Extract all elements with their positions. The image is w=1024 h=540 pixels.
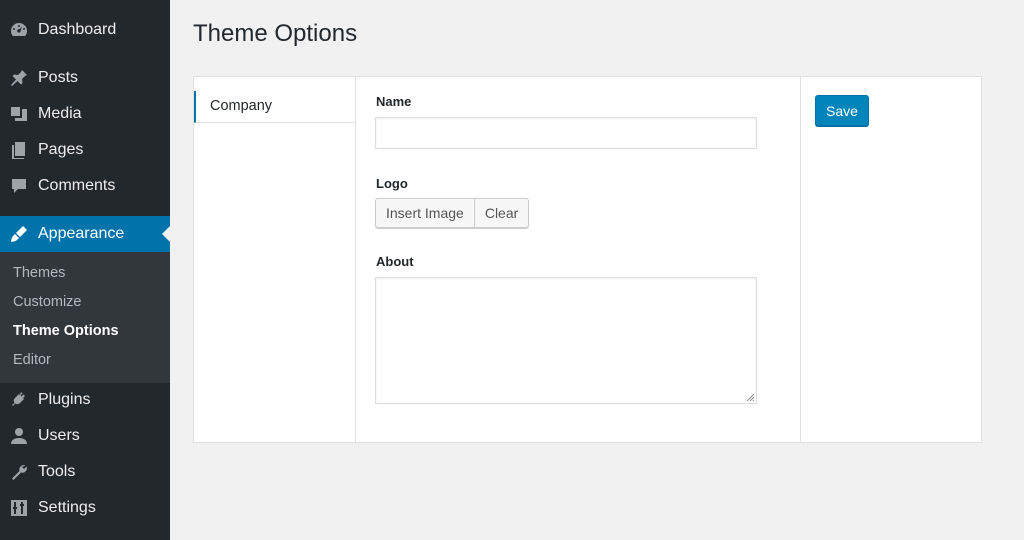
submenu-item-themes[interactable]: Themes: [13, 265, 65, 281]
tabs-top-divider: [194, 77, 355, 92]
save-button[interactable]: Save: [815, 95, 869, 126]
clear-button[interactable]: Clear: [474, 198, 530, 228]
sidebar-divider: [800, 77, 801, 442]
sidebar-item-label: Comments: [38, 177, 116, 194]
sidebar-item-dashboard[interactable]: Dashboard: [0, 12, 170, 48]
brush-icon: [0, 224, 38, 244]
dashboard-icon: [0, 20, 38, 40]
sidebar-item-label: Plugins: [38, 391, 91, 408]
sidebar-item-users[interactable]: Users: [0, 418, 170, 454]
sidebar-item-media[interactable]: Media: [0, 96, 170, 132]
sidebar-item-posts[interactable]: Posts: [0, 60, 170, 96]
sidebar-item-plugins[interactable]: Plugins: [0, 382, 170, 418]
plugin-icon: [0, 390, 38, 410]
name-input[interactable]: [375, 117, 757, 149]
sidebar-item-label: Settings: [38, 499, 96, 516]
sidebar-item-label: Posts: [38, 69, 79, 86]
media-icon: [0, 104, 38, 124]
submenu-item-theme-options[interactable]: Theme Options: [13, 323, 119, 339]
sidebar-item-label: Tools: [38, 463, 76, 480]
user-icon: [0, 426, 38, 446]
sidebar-item-label: Dashboard: [38, 21, 117, 38]
sidebar-item-label: Appearance: [38, 225, 125, 242]
submenu-item-editor[interactable]: Editor: [13, 352, 51, 368]
about-textarea[interactable]: [375, 277, 757, 404]
sidebar-item-appearance[interactable]: Appearance: [0, 216, 170, 252]
logo-button-group: Insert Image Clear: [375, 198, 530, 228]
sidebar-item-settings[interactable]: Settings: [0, 490, 170, 526]
name-label: Name: [376, 94, 412, 109]
admin-sidebar: Dashboard Posts Media Pages Comments App…: [0, 0, 170, 540]
pin-icon: [0, 68, 38, 88]
resize-handle-icon[interactable]: [746, 393, 754, 401]
sidebar-item-label: Media: [38, 105, 82, 122]
tab-company[interactable]: Company: [194, 91, 355, 123]
sidebar-item-label: Users: [38, 427, 80, 444]
logo-label: Logo: [376, 176, 408, 191]
wrench-icon: [0, 462, 38, 482]
page-title: Theme Options: [193, 20, 358, 47]
about-label: About: [376, 254, 414, 269]
tabs-column: Company: [194, 77, 356, 442]
comment-icon: [0, 176, 38, 196]
sliders-icon: [0, 498, 38, 518]
submenu-item-customize[interactable]: Customize: [13, 294, 82, 310]
sidebar-item-tools[interactable]: Tools: [0, 454, 170, 490]
theme-options-panel: Company Name Logo Insert Image Clear Abo…: [193, 76, 982, 443]
appearance-submenu: Themes Customize Theme Options Editor: [0, 252, 170, 383]
sidebar-item-pages[interactable]: Pages: [0, 132, 170, 168]
sidebar-item-comments[interactable]: Comments: [0, 168, 170, 204]
pages-icon: [0, 140, 38, 160]
insert-image-button[interactable]: Insert Image: [375, 198, 475, 228]
sidebar-item-label: Pages: [38, 141, 84, 158]
